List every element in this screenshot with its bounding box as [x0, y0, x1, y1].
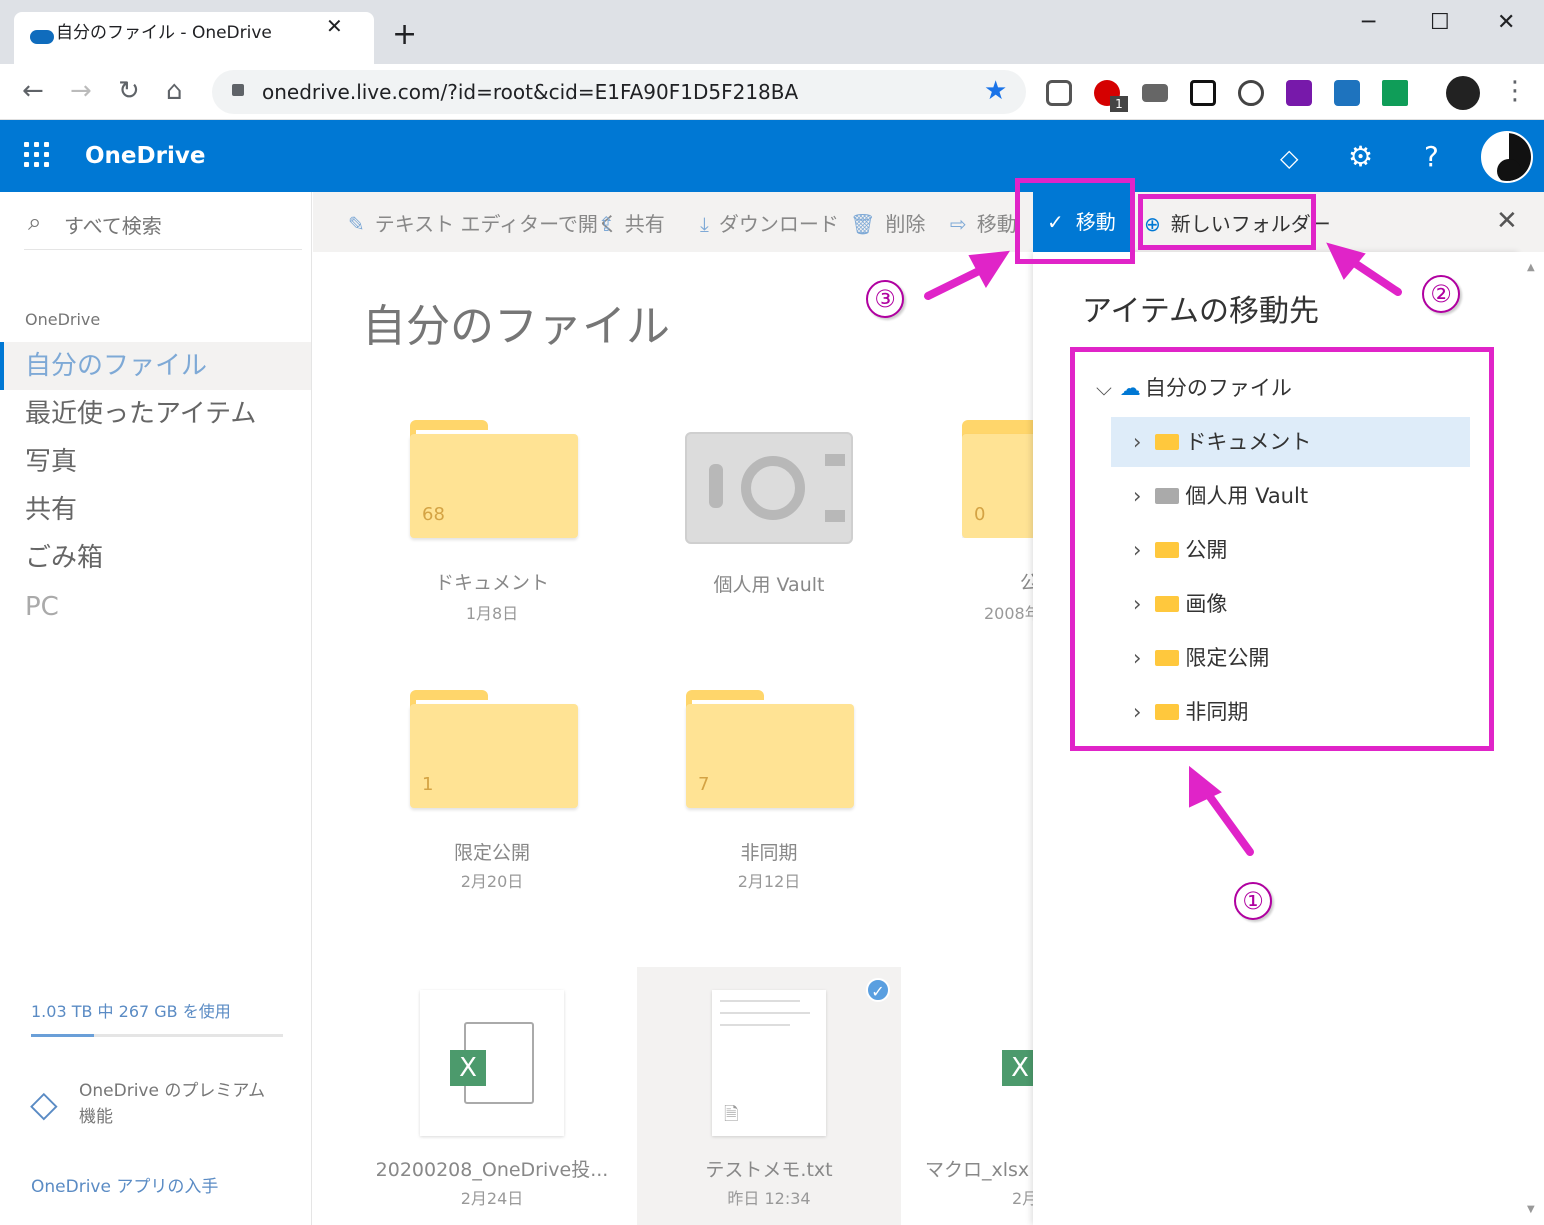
arrow-2-shaft [1346, 256, 1402, 296]
annotation-arrows [924, 242, 1402, 856]
annotation-number-2: ② [1422, 275, 1460, 313]
annotation-number-3: ③ [866, 280, 904, 318]
arrow-1-shaft [1201, 786, 1254, 856]
arrow-3-shaft [924, 264, 989, 300]
annotation-number-1: ① [1234, 882, 1272, 920]
arrow-2-head [1326, 242, 1366, 280]
